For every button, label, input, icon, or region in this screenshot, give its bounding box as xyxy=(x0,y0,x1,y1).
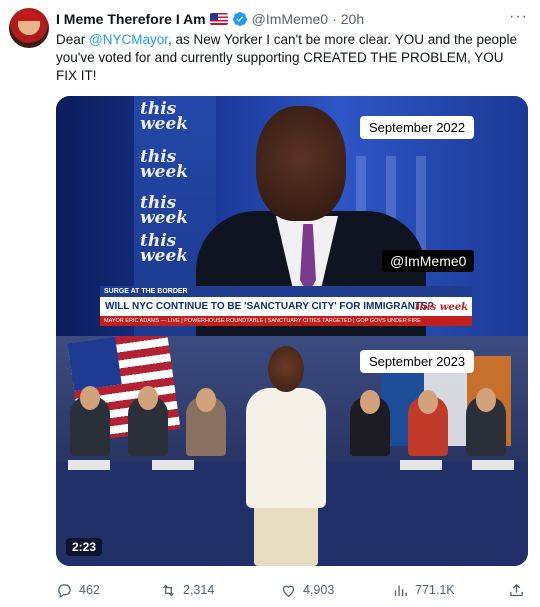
chyron-kicker: SURGE AT THE BORDER xyxy=(100,286,472,297)
tweet-header: I Meme Therefore I Am @ImMeme0 · 20h xyxy=(56,9,364,29)
view-count: 771.1K xyxy=(415,583,455,597)
video-frame-bottom: September 2023 xyxy=(56,336,528,566)
date-label-2022: September 2022 xyxy=(360,116,475,139)
mention-link[interactable]: @NYCMayor xyxy=(89,32,168,47)
share-button[interactable] xyxy=(508,578,525,602)
us-flag-icon xyxy=(209,13,228,25)
heart-icon xyxy=(282,585,295,597)
chyron-headline: WILL NYC CONTINUE TO BE 'SANCTUARY CITY'… xyxy=(100,297,472,316)
tweet-text-prefix: Dear xyxy=(56,32,90,47)
like-count: 4,903 xyxy=(303,583,335,597)
views-chart-icon xyxy=(394,585,407,596)
chyron-logo: this week xyxy=(414,302,468,313)
repost-icon xyxy=(163,584,174,596)
video-frame-top: this week this week this week this week Sept… xyxy=(56,96,528,336)
views-button[interactable]: 771.1K xyxy=(392,578,455,602)
tweet-actions: 462 2,314 4,903 771.1K xyxy=(56,578,528,602)
verified-badge-icon xyxy=(232,12,247,26)
tweet: I Meme Therefore I Am @ImMeme0 · 20h ···… xyxy=(0,0,540,607)
repost-count: 2,314 xyxy=(183,583,215,597)
reply-button[interactable]: 462 xyxy=(56,578,100,602)
repost-button[interactable]: 2,314 xyxy=(160,578,214,602)
watermark: @ImMeme0 xyxy=(382,250,475,272)
more-options-icon[interactable]: ··· xyxy=(509,8,528,26)
news-chyron: SURGE AT THE BORDER WILL NYC CONTINUE TO… xyxy=(100,286,472,326)
reply-count: 462 xyxy=(79,583,100,597)
date-label-2023: September 2023 xyxy=(360,350,475,373)
like-button[interactable]: 4,903 xyxy=(280,578,334,602)
display-name[interactable]: I Meme Therefore I Am xyxy=(56,11,206,27)
tweet-text: Dear @NYCMayor, as New Yorker I can't be… xyxy=(56,31,526,85)
share-icon xyxy=(510,583,523,596)
chyron-ticker: MAYOR ERIC ADAMS — LIVE | POWERHOUSE ROU… xyxy=(100,316,472,326)
handle[interactable]: @ImMeme0 xyxy=(252,11,328,27)
video-duration: 2:23 xyxy=(66,538,103,556)
video-player[interactable]: this week this week this week this week Sept… xyxy=(56,96,528,566)
timestamp[interactable]: 20h xyxy=(341,11,364,27)
reply-icon xyxy=(58,583,71,598)
avatar[interactable] xyxy=(9,8,49,48)
speaker-figure xyxy=(254,501,318,566)
separator-dot: · xyxy=(332,11,337,27)
